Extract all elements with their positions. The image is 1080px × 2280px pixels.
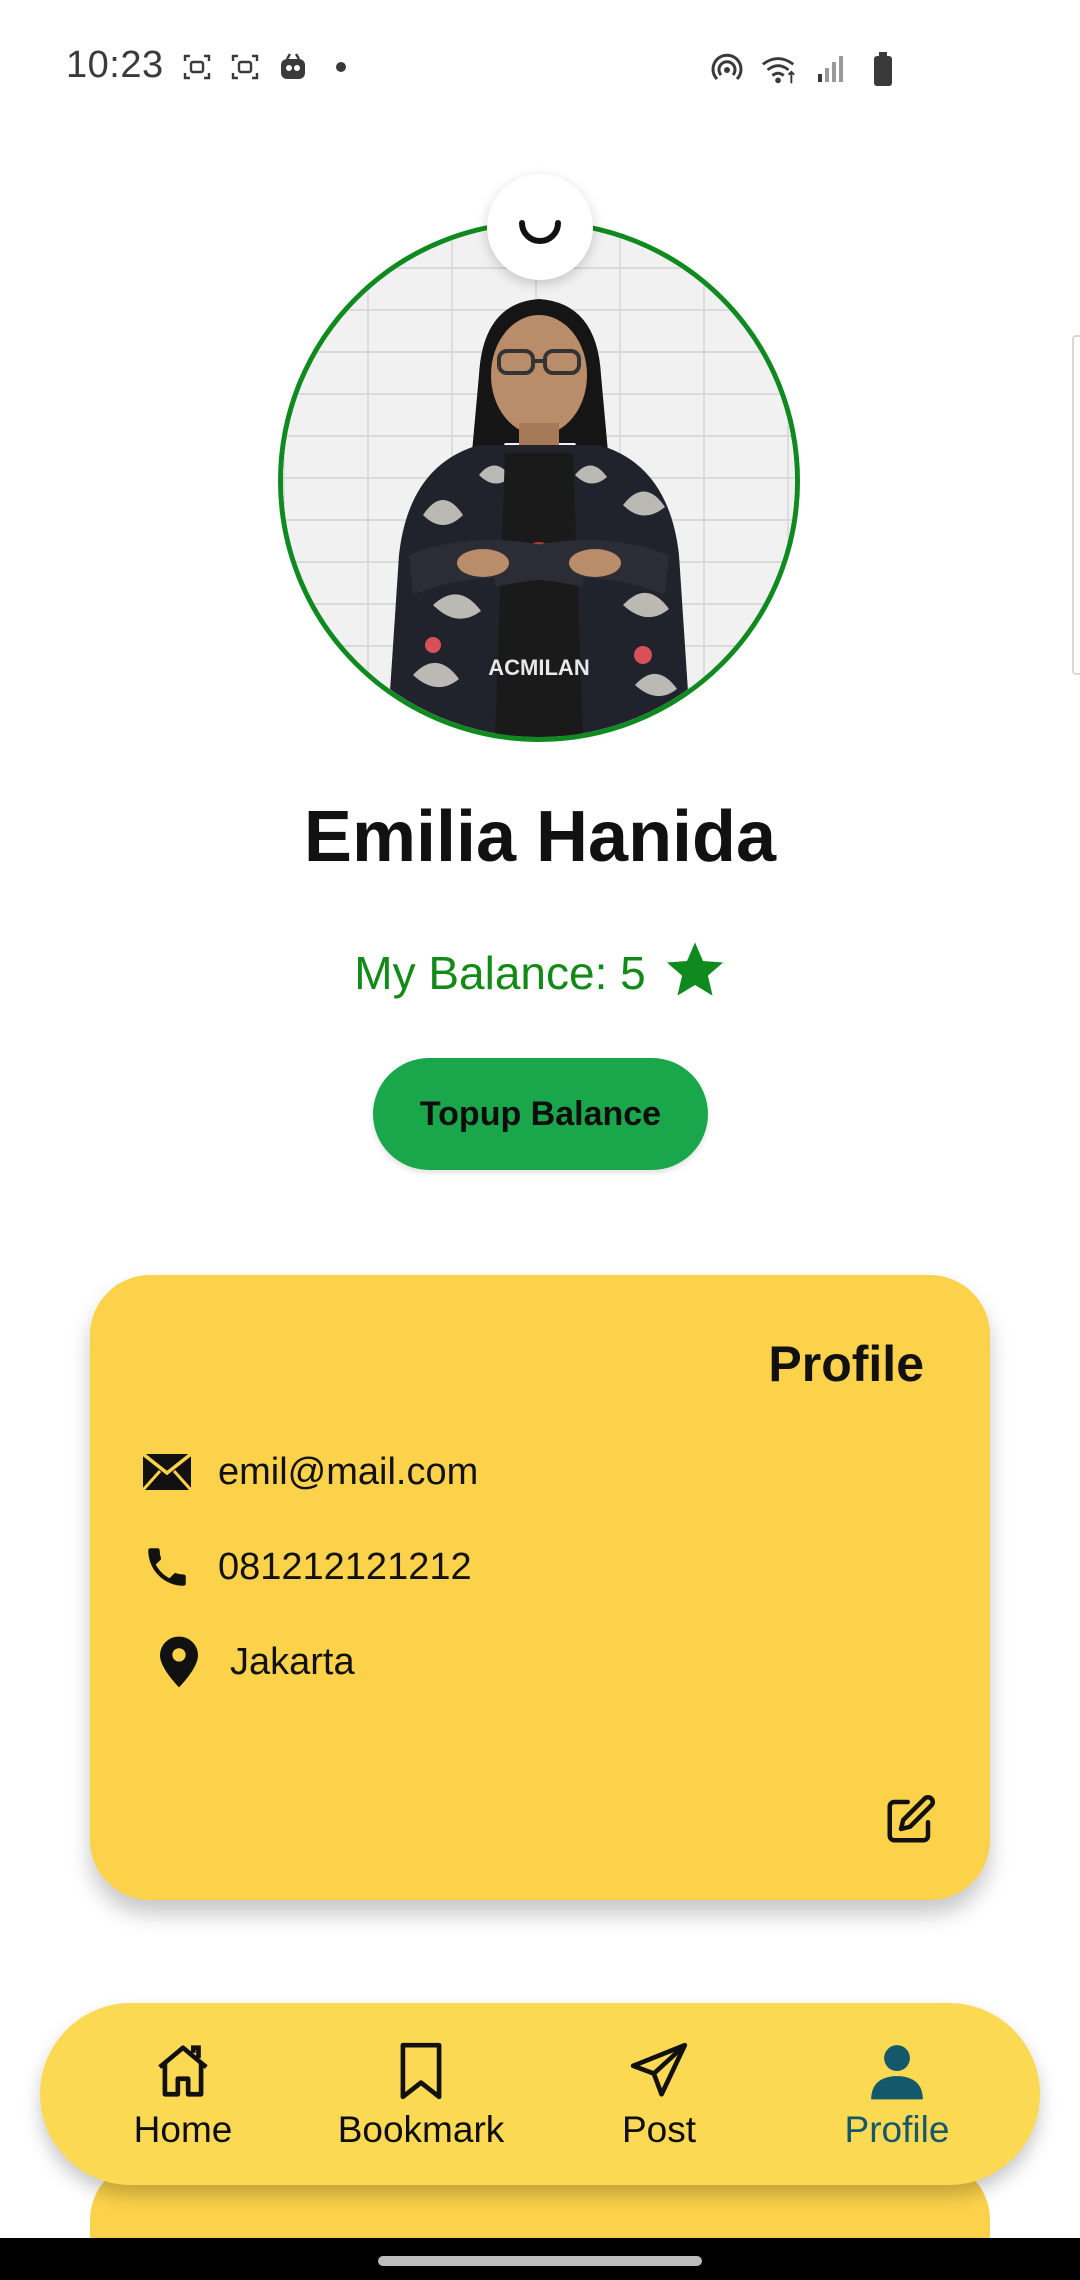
nav-label-profile: Profile — [844, 2109, 950, 2150]
screen-record-icon — [180, 50, 214, 84]
status-icons-right — [708, 50, 902, 88]
phone-text: 081212121212 — [218, 1545, 472, 1588]
nav-item-bookmark[interactable]: Bookmark — [311, 2037, 531, 2151]
location-pin-icon — [152, 1635, 206, 1689]
edit-icon — [887, 1795, 935, 1843]
email-row: emil@mail.com — [140, 1445, 478, 1499]
hotspot-icon — [708, 50, 746, 88]
battery-icon — [864, 50, 902, 88]
home-gesture-pill[interactable] — [378, 2256, 702, 2266]
wifi-icon — [760, 50, 798, 88]
profile-info-card: Profile emil@mail.com 081212121212 Jakar… — [90, 1275, 990, 1900]
status-bar: 10:23 — [0, 0, 1080, 130]
cellular-signal-icon — [812, 50, 850, 88]
status-time: 10:23 — [66, 44, 164, 86]
send-icon — [625, 2037, 693, 2105]
balance-row: My Balance: 5 — [0, 940, 1080, 1005]
nav-item-post[interactable]: Post — [549, 2037, 769, 2151]
location-text: Jakarta — [230, 1640, 355, 1683]
star-icon — [664, 940, 726, 1005]
email-icon — [140, 1445, 194, 1499]
profile-avatar[interactable]: ACMILAN — [278, 220, 800, 742]
card-title: Profile — [768, 1336, 924, 1392]
app-notification-icon — [276, 50, 310, 84]
person-icon — [863, 2037, 931, 2105]
nav-item-profile[interactable]: Profile — [787, 2037, 1007, 2151]
screen-record-icon — [228, 50, 262, 84]
topup-balance-button[interactable]: Topup Balance — [373, 1058, 708, 1170]
phone-icon — [140, 1540, 194, 1594]
user-name: Emilia Hanida — [303, 797, 777, 877]
email-text: emil@mail.com — [218, 1450, 479, 1493]
phone-row: 081212121212 — [140, 1540, 472, 1594]
edge-panel-handle[interactable] — [1072, 335, 1080, 675]
balance-label: My Balance: 5 — [354, 946, 646, 999]
svg-text:ACMILAN: ACMILAN — [488, 655, 589, 680]
nav-label-bookmark: Bookmark — [337, 2109, 505, 2150]
nav-label-home: Home — [133, 2109, 233, 2150]
bottom-navigation: Home Bookmark Post Profile — [40, 2003, 1040, 2185]
notification-dot — [336, 62, 346, 72]
loading-spinner-icon — [519, 220, 561, 244]
refresh-indicator — [487, 174, 593, 280]
bookmark-icon — [387, 2037, 455, 2105]
home-icon — [149, 2037, 217, 2105]
status-icons-left — [180, 50, 346, 84]
nav-label-post: Post — [621, 2109, 697, 2150]
avatar-photo: ACMILAN — [387, 299, 691, 737]
nav-item-home[interactable]: Home — [73, 2037, 293, 2151]
edit-profile-button[interactable] — [880, 1790, 940, 1850]
location-row: Jakarta — [152, 1635, 355, 1689]
profile-screen: 10:23 ACMILAN Emilia Hanida My Balance: … — [0, 0, 1080, 2280]
system-navigation-bar — [0, 2238, 1080, 2280]
